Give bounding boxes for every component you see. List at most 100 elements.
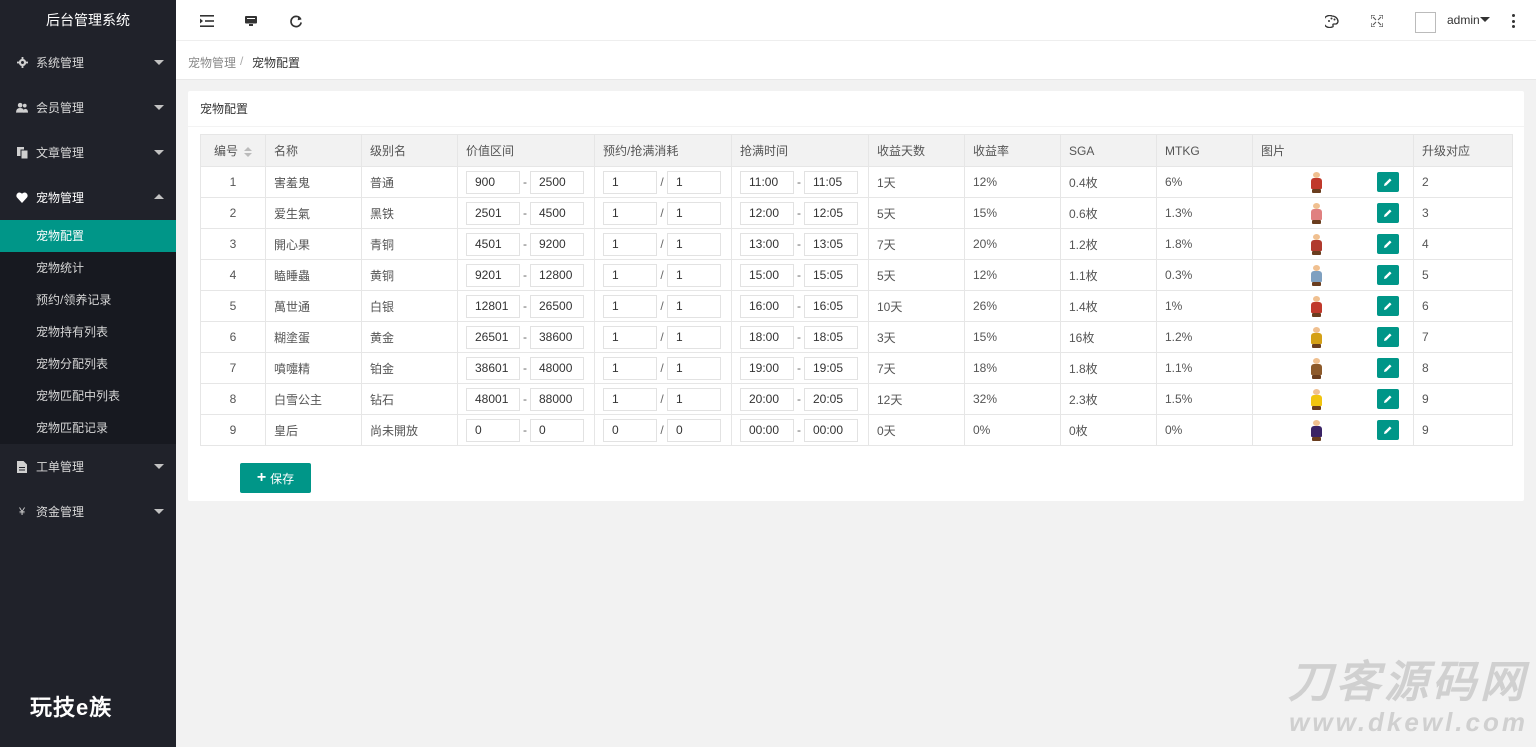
value-max-input[interactable]	[530, 232, 584, 256]
menu-articles[interactable]: 文章管理	[0, 130, 176, 175]
cost-grab-input[interactable]	[667, 325, 721, 349]
menu-pets[interactable]: 宠物管理	[0, 175, 176, 220]
time-end-input[interactable]	[804, 387, 858, 411]
time-end-input[interactable]	[804, 263, 858, 287]
table-row: 6 糊塗蛋 黄金 - / - 3天 15% 16枚 1.2% 7	[200, 321, 1513, 353]
gear-icon	[16, 57, 28, 69]
value-max-input[interactable]	[530, 418, 584, 442]
cost-reserve-input[interactable]	[603, 325, 657, 349]
user-name[interactable]: admin	[1447, 13, 1480, 27]
time-start-input[interactable]	[740, 356, 794, 380]
breadcrumb-parent[interactable]: 宠物管理	[188, 54, 236, 71]
time-start-input[interactable]	[740, 232, 794, 256]
value-max-input[interactable]	[530, 387, 584, 411]
value-min-input[interactable]	[466, 356, 520, 380]
value-max-input[interactable]	[530, 356, 584, 380]
pet-config-table: 编号 名称 级别名 价值区间 预约/抢满消耗 抢满时间 收益天数 收益率 SGA…	[200, 134, 1513, 446]
menu-system[interactable]: 系统管理	[0, 40, 176, 85]
edit-image-button[interactable]	[1377, 420, 1399, 440]
row-upgrade: 5	[1413, 259, 1513, 291]
time-start-input[interactable]	[740, 201, 794, 225]
menu-funds[interactable]: ¥ 资金管理	[0, 489, 176, 534]
menu-members[interactable]: 会员管理	[0, 85, 176, 130]
value-max-input[interactable]	[530, 294, 584, 318]
refresh-icon[interactable]	[288, 13, 304, 29]
time-start-input[interactable]	[740, 387, 794, 411]
cost-reserve-input[interactable]	[603, 263, 657, 287]
value-max-input[interactable]	[530, 325, 584, 349]
value-max-input[interactable]	[530, 201, 584, 225]
time-start-input[interactable]	[740, 263, 794, 287]
value-min-input[interactable]	[466, 263, 520, 287]
cost-grab-input[interactable]	[667, 232, 721, 256]
cost-reserve-input[interactable]	[603, 294, 657, 318]
more-icon[interactable]	[1511, 14, 1515, 28]
edit-image-button[interactable]	[1377, 296, 1399, 316]
time-start-input[interactable]	[740, 325, 794, 349]
column-header[interactable]: 编号	[200, 134, 266, 167]
cost-reserve-input[interactable]	[603, 201, 657, 225]
submenu-reservation-records[interactable]: 预约/领养记录	[0, 284, 176, 316]
time-end-input[interactable]	[804, 170, 858, 194]
submenu-pet-holdings[interactable]: 宠物持有列表	[0, 316, 176, 348]
cost-grab-input[interactable]	[667, 418, 721, 442]
time-end-input[interactable]	[804, 325, 858, 349]
edit-image-button[interactable]	[1377, 172, 1399, 192]
value-max-input[interactable]	[530, 263, 584, 287]
row-level: 黄铜	[361, 259, 458, 291]
pet-image	[1309, 203, 1323, 224]
value-min-input[interactable]	[466, 201, 520, 225]
edit-image-button[interactable]	[1377, 234, 1399, 254]
value-min-input[interactable]	[466, 170, 520, 194]
save-button[interactable]: + 保存	[240, 463, 311, 493]
value-min-input[interactable]	[466, 387, 520, 411]
value-min-input[interactable]	[466, 232, 520, 256]
edit-image-button[interactable]	[1377, 358, 1399, 378]
value-max-input[interactable]	[530, 170, 584, 194]
heart-icon	[16, 192, 28, 204]
edit-image-button[interactable]	[1377, 327, 1399, 347]
time-start-input[interactable]	[740, 170, 794, 194]
cost-grab-input[interactable]	[667, 170, 721, 194]
avatar[interactable]	[1415, 12, 1436, 33]
edit-image-button[interactable]	[1377, 203, 1399, 223]
time-start-input[interactable]	[740, 418, 794, 442]
cost-grab-input[interactable]	[667, 263, 721, 287]
cost-grab-input[interactable]	[667, 387, 721, 411]
edit-image-button[interactable]	[1377, 265, 1399, 285]
value-min-input[interactable]	[466, 325, 520, 349]
cost-reserve-input[interactable]	[603, 232, 657, 256]
submenu-pet-stats[interactable]: 宠物统计	[0, 252, 176, 284]
cost-grab-input[interactable]	[667, 356, 721, 380]
value-min-input[interactable]	[466, 418, 520, 442]
time-end-input[interactable]	[804, 232, 858, 256]
theme-icon[interactable]	[1324, 13, 1340, 29]
cost-reserve-input[interactable]	[603, 418, 657, 442]
time-end-input[interactable]	[804, 201, 858, 225]
cost-reserve-input[interactable]	[603, 387, 657, 411]
breadcrumb: 宠物管理 / 宠物配置	[176, 41, 1536, 80]
time-end-input[interactable]	[804, 418, 858, 442]
cost-grab-input[interactable]	[667, 201, 721, 225]
cost-grab-input[interactable]	[667, 294, 721, 318]
time-start-input[interactable]	[740, 294, 794, 318]
submenu-pet-matching[interactable]: 宠物匹配中列表	[0, 380, 176, 412]
fullscreen-icon[interactable]	[1369, 13, 1385, 29]
edit-image-button[interactable]	[1377, 389, 1399, 409]
time-end-input[interactable]	[804, 294, 858, 318]
cost-reserve-input[interactable]	[603, 170, 657, 194]
submenu-pet-allocation[interactable]: 宠物分配列表	[0, 348, 176, 380]
submenu-pet-match-records[interactable]: 宠物匹配记录	[0, 412, 176, 444]
submenu-pet-config[interactable]: 宠物配置	[0, 220, 176, 252]
time-end-input[interactable]	[804, 356, 858, 380]
monitor-icon[interactable]	[243, 13, 259, 29]
sort-icon[interactable]	[244, 146, 252, 157]
menu-tickets[interactable]: 工单管理	[0, 444, 176, 489]
chevron-down-icon[interactable]	[1480, 17, 1490, 22]
row-name: 害羞鬼	[265, 166, 362, 198]
value-min-input[interactable]	[466, 294, 520, 318]
row-sga: 2.3枚	[1060, 383, 1157, 415]
row-mtkg: 1.5%	[1156, 383, 1253, 415]
menu-fold-icon[interactable]	[199, 13, 215, 29]
cost-reserve-input[interactable]	[603, 356, 657, 380]
